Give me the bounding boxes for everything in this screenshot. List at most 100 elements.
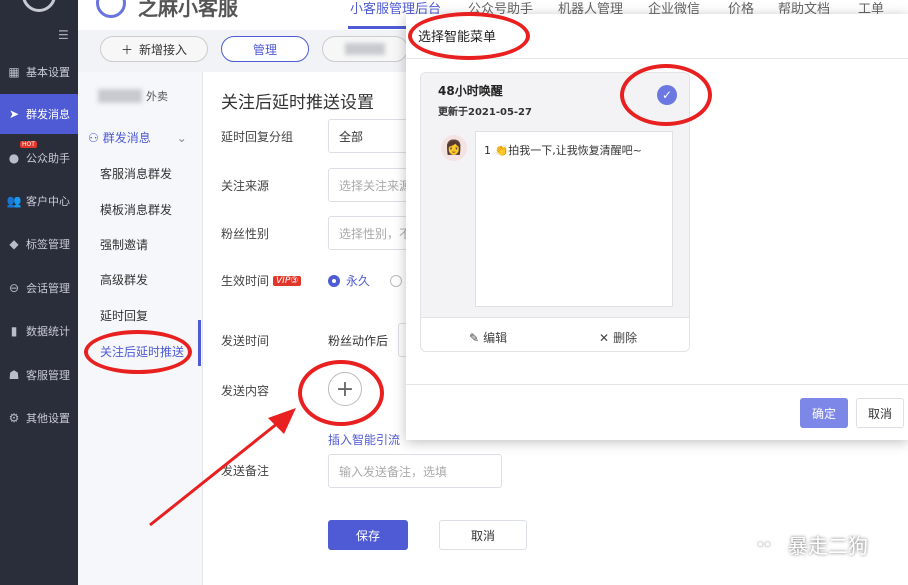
- fan-gender-label: 粉丝性别: [221, 227, 270, 241]
- app-logo: [22, 0, 56, 12]
- brand-name: 之麻小客服: [138, 0, 238, 20]
- manage-button[interactable]: 管理: [221, 36, 309, 62]
- effective-time-row: 生效时间 VIP③: [221, 272, 302, 289]
- sidebar-item-label: 数据统计: [26, 325, 70, 338]
- delay-group-select[interactable]: 全部: [328, 119, 418, 153]
- submenu-item-delayed-reply[interactable]: 延时回复: [100, 307, 148, 324]
- radio-selected-icon: [328, 274, 340, 287]
- robot-icon: ☗: [8, 368, 20, 382]
- fan-gender-placeholder: 选择性别，不: [339, 226, 412, 241]
- sidebar-item-label: 标签管理: [26, 238, 70, 251]
- annotation-circle-menu: [84, 330, 192, 374]
- sidebar-item-label: 会话管理: [26, 282, 70, 295]
- card-name: 48小时唤醒: [438, 84, 503, 98]
- send-icon: ➤: [8, 107, 20, 121]
- follow-source-select[interactable]: 选择关注来源: [328, 168, 418, 202]
- save-button[interactable]: 保存: [328, 520, 408, 550]
- submenu-item-service-mass[interactable]: 客服消息群发: [100, 165, 172, 182]
- secondary-menu: 外卖 ⚇ 群发消息 ⌄ 客服消息群发 模板消息群发 强制邀请 高级群发 延时回复…: [78, 72, 203, 585]
- annotation-circle-plus: [298, 360, 384, 426]
- collapse-menu-icon[interactable]: ☰: [58, 28, 69, 42]
- blurred-account-name: [345, 43, 385, 55]
- sidebar-item-label: 客服管理: [26, 369, 70, 382]
- edit-button[interactable]: ✎ 编辑: [469, 329, 507, 346]
- sidebar-item-label: 公众助手: [26, 152, 70, 165]
- sidebar-item-basic-settings[interactable]: ▦ 基本设置: [0, 52, 78, 92]
- wechat-icon: ●: [8, 151, 20, 165]
- cancel-button[interactable]: 取消: [439, 520, 527, 550]
- blurred-account-prefix: [98, 89, 142, 103]
- insert-smart-link[interactable]: 插入智能引流: [328, 431, 400, 448]
- account-name: 外卖: [98, 88, 168, 104]
- save-label: 保存: [355, 528, 380, 543]
- radio-unselected-icon[interactable]: [390, 274, 403, 287]
- gear-icon: ⚙: [8, 411, 20, 425]
- watermark: •• 暴走二狗: [748, 530, 868, 559]
- send-time-value: 粉丝动作后: [328, 334, 389, 348]
- sidebar-item-data-statistics[interactable]: ▮ 数据统计: [0, 311, 78, 351]
- sidebar-item-label: 基本设置: [26, 66, 70, 79]
- cancel-label: 取消: [470, 528, 495, 543]
- confirm-label: 确定: [811, 406, 836, 421]
- send-time-label: 发送时间: [221, 334, 270, 348]
- sidebar-item-label: 客户中心: [26, 195, 70, 208]
- plus-icon: ＋: [120, 42, 133, 57]
- close-icon: ✕: [599, 330, 610, 345]
- sidebar-item-customer-center[interactable]: 👥 客户中心: [0, 181, 78, 221]
- sidebar-item-session-management[interactable]: ⊖ 会话管理: [0, 268, 78, 308]
- delete-button[interactable]: ✕ 删除: [599, 329, 637, 346]
- send-remark-placeholder: 输入发送备注，选填: [339, 464, 448, 479]
- submenu-item-template-mass[interactable]: 模板消息群发: [100, 201, 172, 218]
- sidebar-item-label: 其他设置: [26, 412, 70, 425]
- effective-permanent-label: 永久: [346, 274, 371, 288]
- users-icon: ⚇: [88, 130, 99, 145]
- sidebar-item-tag-management[interactable]: ◆ 标签管理: [0, 224, 78, 264]
- card-updated-date: 更新于2021-05-27: [438, 107, 532, 118]
- fan-gender-select[interactable]: 选择性别，不: [328, 216, 418, 250]
- message-text: 1 👏拍我一下,让我恢复清醒吧~: [484, 144, 642, 157]
- edit-label: 编辑: [483, 331, 508, 345]
- delay-group-value: 全部: [339, 129, 364, 144]
- manage-label: 管理: [252, 42, 277, 57]
- sidebar-item-official-assistant[interactable]: ● HOT 公众助手: [0, 138, 78, 178]
- menu-group-mass-message[interactable]: ⚇ 群发消息 ⌄: [88, 129, 187, 146]
- users-icon: 👥: [6, 194, 22, 208]
- sidebar-item-label: 群发消息: [26, 108, 70, 121]
- sidebar-item-mass-message[interactable]: ➤ 群发消息: [0, 94, 78, 134]
- chat-icon: ⊖: [8, 281, 20, 295]
- modal-cancel-button[interactable]: 取消: [856, 398, 904, 428]
- sidebar-item-service-management[interactable]: ☗ 客服管理: [0, 355, 78, 395]
- message-preview: 1 👏拍我一下,让我恢复清醒吧~: [475, 131, 673, 307]
- effective-time-label: 生效时间: [221, 274, 270, 288]
- vip-badge: VIP③: [273, 275, 302, 286]
- page-title: 关注后延时推送设置: [221, 93, 374, 113]
- avatar: 👩: [441, 135, 467, 161]
- confirm-button[interactable]: 确定: [800, 398, 848, 428]
- submenu-item-advanced-mass[interactable]: 高级群发: [100, 271, 148, 288]
- delay-group-label: 延时回复分组: [221, 130, 294, 144]
- submenu-active-indicator: [198, 320, 201, 366]
- pencil-icon: ✎: [469, 330, 480, 345]
- add-access-label: 新增接入: [139, 42, 188, 57]
- tag-icon: ◆: [9, 237, 19, 251]
- add-access-button[interactable]: ＋ 新增接入: [100, 36, 208, 62]
- send-remark-input[interactable]: 输入发送备注，选填: [328, 454, 502, 488]
- annotation-circle-check: [620, 64, 712, 126]
- sidebar-item-other-settings[interactable]: ⚙ 其他设置: [0, 398, 78, 438]
- chevron-down-icon: ⌄: [176, 130, 187, 145]
- left-sidebar: ☰ ▦ 基本设置 ➤ 群发消息 ● HOT 公众助手 👥 客户中心 ◆ 标签管理…: [0, 0, 78, 585]
- submenu-item-force-invite[interactable]: 强制邀请: [100, 236, 148, 253]
- menu-group-label: 群发消息: [102, 131, 151, 145]
- effective-permanent-radio[interactable]: 永久: [328, 272, 403, 289]
- modal-footer-divider: [406, 384, 908, 385]
- bar-chart-icon: ▮: [10, 324, 18, 338]
- send-content-label: 发送内容: [221, 384, 270, 398]
- modal-cancel-label: 取消: [867, 406, 892, 421]
- grid-icon: ▦: [8, 65, 20, 79]
- account-suffix: 外卖: [146, 90, 168, 103]
- card-footer-divider: [421, 317, 689, 318]
- wechat-icon: ••: [748, 530, 780, 559]
- account-switch-button[interactable]: [322, 36, 408, 62]
- brand-logo: [96, 0, 126, 18]
- annotation-circle-title: [408, 12, 530, 60]
